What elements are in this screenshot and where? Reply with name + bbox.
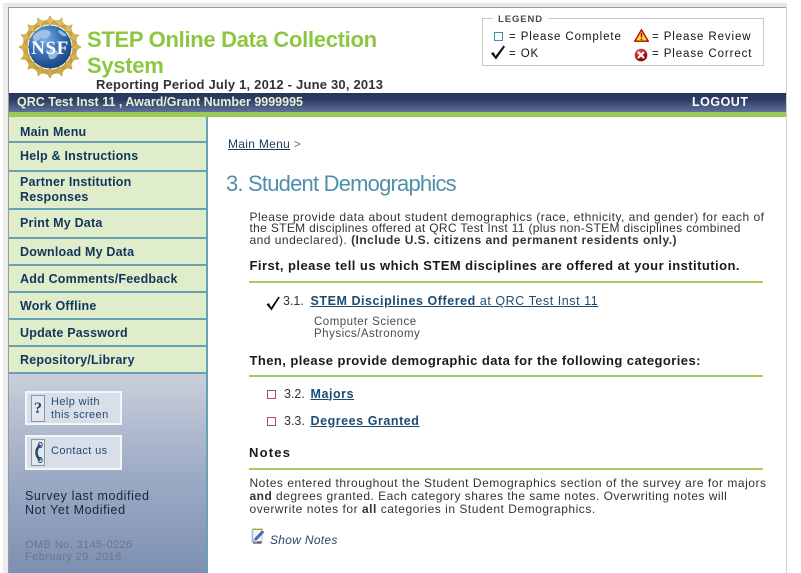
svg-text:NSF: NSF (31, 38, 68, 59)
